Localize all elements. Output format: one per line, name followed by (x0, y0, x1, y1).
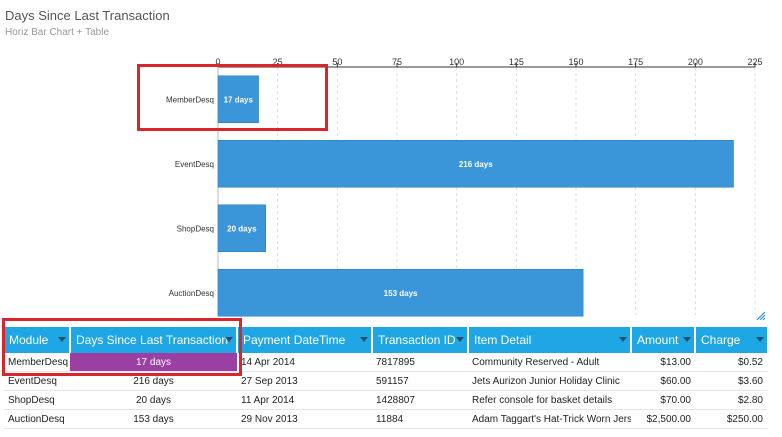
cell-charge: $0.52 (695, 353, 767, 372)
data-label: 17 days (224, 95, 254, 104)
cell-transaction-id: 7817895 (372, 353, 468, 372)
sort-caret-icon[interactable] (225, 337, 233, 342)
column-header-days[interactable]: Days Since Last Transaction (70, 327, 238, 353)
bar-chart: 0 25 50 75 100 125 150 175 200 225 MemberDesq 17 da… (166, 57, 763, 317)
x-tick-label: 100 (449, 57, 464, 67)
resize-handle-icon[interactable] (755, 310, 765, 320)
category-label: ShopDesq (177, 224, 214, 233)
x-tick-label: 225 (747, 57, 762, 67)
table-row[interactable]: EventDesq 216 days 27 Sep 2013 591157 Je… (4, 371, 767, 391)
data-label: 153 days (384, 289, 418, 298)
cell-item-detail: Community Reserved - Adult (468, 353, 631, 372)
sort-caret-icon[interactable] (456, 337, 464, 342)
category-label: AuctionDesq (169, 289, 214, 298)
column-header-payment-datetime[interactable]: Payment DateTime (237, 327, 373, 353)
cell-payment-datetime: 29 Nov 2013 (237, 409, 372, 429)
cell-days: 216 days (70, 371, 237, 391)
category-label: EventDesq (175, 160, 214, 169)
column-header-charge[interactable]: Charge (695, 327, 767, 353)
x-tick-label: 75 (392, 57, 402, 67)
column-header-module[interactable]: Module (4, 327, 71, 353)
cell-module: ShopDesq (4, 390, 70, 410)
cell-payment-datetime: 14 Apr 2014 (237, 353, 372, 372)
x-tick-label: 175 (628, 57, 643, 67)
column-header-item-detail[interactable]: Item Detail (468, 327, 632, 353)
cell-module: EventDesq (4, 371, 70, 391)
x-tick-label: 50 (332, 57, 342, 67)
category-label: MemberDesq (166, 95, 214, 104)
cell-transaction-id: 1428807 (372, 390, 468, 410)
cell-amount: $60.00 (631, 371, 695, 391)
cell-item-detail: Jets Aurizon Junior Holiday Clinic (468, 371, 631, 391)
cell-charge: $2.80 (695, 390, 767, 410)
sort-caret-icon[interactable] (360, 337, 368, 342)
sort-caret-icon[interactable] (683, 337, 691, 342)
sort-caret-icon[interactable] (619, 337, 627, 342)
table-header-row: Module Days Since Last Transaction Payme… (4, 327, 767, 353)
cell-module: MemberDesq (4, 353, 70, 372)
sort-caret-icon[interactable] (58, 337, 66, 342)
column-header-amount[interactable]: Amount (631, 327, 696, 353)
cell-transaction-id: 11884 (372, 409, 468, 429)
transactions-table: Module Days Since Last Transaction Payme… (4, 327, 767, 429)
sort-caret-icon[interactable] (756, 337, 764, 342)
cell-days: 20 days (70, 390, 237, 410)
x-tick-label: 150 (568, 57, 583, 67)
table-row[interactable]: AuctionDesq 153 days 29 Nov 2013 11884 A… (4, 409, 767, 429)
cell-transaction-id: 591157 (372, 371, 468, 391)
x-tick-label: 125 (509, 57, 524, 67)
cell-item-detail: Refer console for basket details (468, 390, 631, 410)
column-header-transaction-id[interactable]: Transaction ID (372, 327, 469, 353)
cell-amount: $70.00 (631, 390, 695, 410)
x-tick-label: 0 (215, 57, 220, 67)
page-subtitle: Horiz Bar Chart + Table (5, 27, 110, 38)
cell-amount: $13.00 (631, 353, 695, 372)
table-row[interactable]: MemberDesq 17 days 14 Apr 2014 7817895 C… (4, 353, 767, 372)
cell-amount: $2,500.00 (631, 409, 695, 429)
cell-payment-datetime: 11 Apr 2014 (237, 390, 372, 410)
cell-module: AuctionDesq (4, 409, 70, 429)
data-label: 20 days (227, 224, 257, 233)
x-tick-label: 25 (273, 57, 283, 67)
cell-days: 153 days (70, 409, 237, 429)
data-label: 216 days (459, 160, 493, 169)
page-title: Days Since Last Transaction (5, 8, 170, 23)
table-row[interactable]: ShopDesq 20 days 11 Apr 2014 1428807 Ref… (4, 390, 767, 410)
cell-charge: $250.00 (695, 409, 767, 429)
cell-payment-datetime: 27 Sep 2013 (237, 371, 372, 391)
x-tick-label: 200 (688, 57, 703, 67)
cell-days: 17 days (70, 353, 237, 372)
cell-item-detail: Adam Taggart's Hat-Trick Worn Jersey (468, 409, 631, 429)
cell-charge: $3.60 (695, 371, 767, 391)
